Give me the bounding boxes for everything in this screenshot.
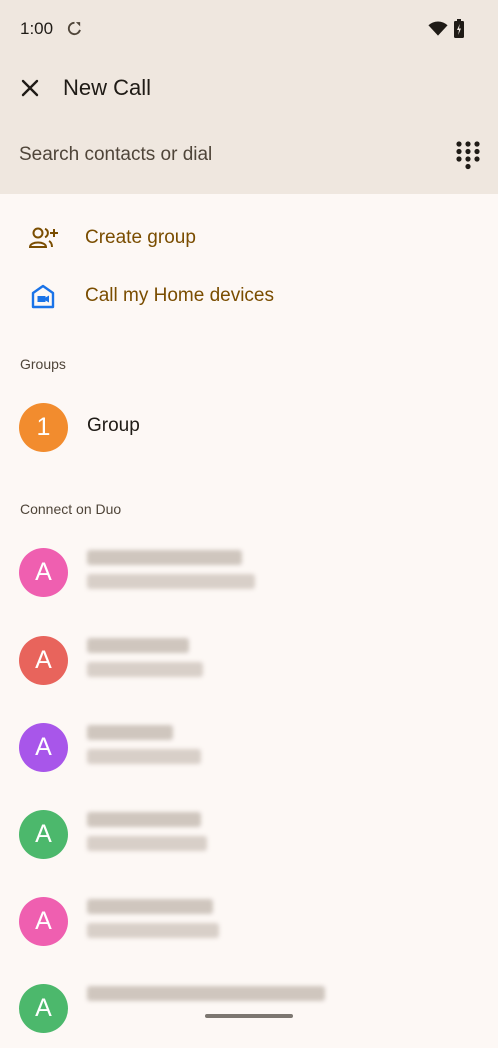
blurred-contact-name: [87, 812, 201, 827]
wifi-icon: [428, 21, 448, 36]
blurred-contact-detail: [87, 574, 255, 589]
sync-icon: [67, 21, 81, 36]
top-app-bar: 1:00 New Call: [0, 0, 498, 194]
home-device-icon: [31, 284, 55, 309]
call-home-devices-button[interactable]: Call my Home devices: [0, 267, 498, 325]
gesture-nav-handle[interactable]: [205, 1014, 293, 1018]
avatar: A: [19, 548, 68, 597]
blurred-contact-detail: [87, 662, 203, 677]
close-icon[interactable]: [16, 74, 44, 102]
status-time: 1:00: [20, 19, 54, 38]
contact-row[interactable]: A: [0, 881, 498, 961]
group-add-icon: [28, 227, 58, 248]
blurred-contact-name: [87, 899, 213, 914]
group-name: Group: [87, 415, 140, 436]
connect-section-title: Connect on Duo: [20, 501, 122, 517]
avatar: A: [19, 897, 68, 946]
avatar: A: [19, 984, 68, 1033]
create-group-button[interactable]: Create group: [0, 209, 498, 267]
battery-icon: [454, 19, 464, 38]
search-bar: [0, 128, 498, 184]
contact-row[interactable]: A: [0, 968, 498, 1048]
blurred-contact-name: [87, 638, 189, 653]
avatar: 1: [19, 403, 68, 452]
contact-row[interactable]: A: [0, 620, 498, 700]
blurred-contact-name: [87, 986, 325, 1001]
app-bar: New Call: [0, 58, 498, 118]
blurred-contact-name: [87, 725, 173, 740]
contact-row[interactable]: A: [0, 794, 498, 874]
blurred-contact-detail: [87, 749, 201, 764]
dialpad-icon[interactable]: [454, 140, 482, 170]
search-input[interactable]: [19, 140, 419, 170]
avatar: A: [19, 723, 68, 772]
avatar: A: [19, 636, 68, 685]
contact-row[interactable]: A: [0, 707, 498, 787]
create-group-label: Create group: [85, 227, 196, 248]
call-home-devices-label: Call my Home devices: [85, 285, 274, 306]
blurred-contact-detail: [87, 836, 207, 851]
group-row[interactable]: 1 Group: [0, 387, 498, 467]
contact-row[interactable]: A: [0, 532, 498, 612]
status-bar: 1:00: [0, 0, 498, 58]
blurred-contact-detail: [87, 923, 219, 938]
blurred-contact-name: [87, 550, 242, 565]
groups-section-title: Groups: [20, 356, 66, 372]
page-title: New Call: [63, 75, 152, 100]
avatar: A: [19, 810, 68, 859]
